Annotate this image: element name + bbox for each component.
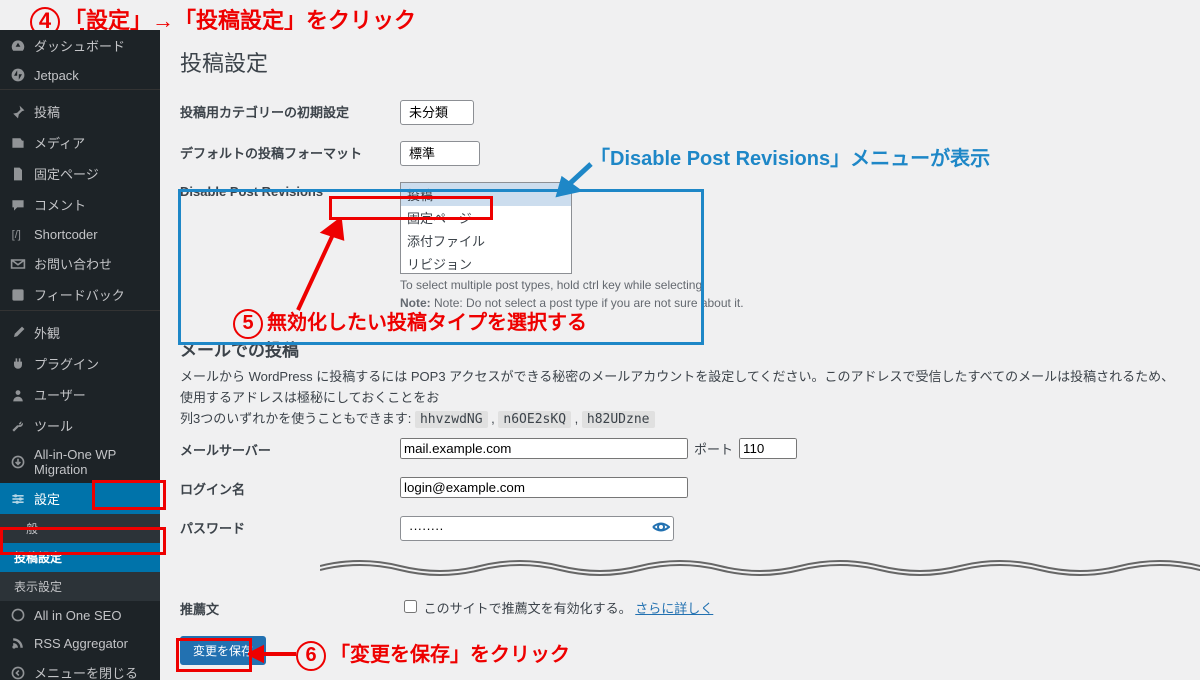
sidebar-item[interactable]: 投稿 (0, 96, 160, 127)
sidebar-item[interactable]: メディア (0, 127, 160, 158)
show-password-icon[interactable] (652, 518, 670, 539)
annotation-red-submenu-box (0, 527, 166, 555)
settings-content: 投稿設定 投稿用カテゴリーの初期設定 未分類 デフォルトの投稿フォーマット 標準… (160, 30, 1200, 680)
sidebar-item-label: プラグイン (34, 354, 99, 373)
sidebar-item[interactable]: コメント (0, 189, 160, 220)
annotation-blue-arrow (555, 158, 595, 198)
sidebar-item-label: 外観 (34, 323, 60, 342)
sidebar-item-label: ツール (34, 416, 73, 435)
sidebar-item-label: ユーザー (34, 385, 86, 404)
default-format-label: デフォルトの投稿フォーマット (180, 133, 390, 174)
default-format-select[interactable]: 標準 (400, 141, 480, 166)
password-input[interactable] (400, 516, 674, 541)
recommend-link[interactable]: さらに詳しく (635, 601, 713, 616)
sidebar-item[interactable]: 外観 (0, 317, 160, 348)
sidebar-item[interactable]: Jetpack (0, 61, 160, 89)
password-label: パスワード (180, 508, 390, 549)
sidebar-item-label: コメント (34, 195, 86, 214)
annotation-arrow-6 (248, 644, 298, 664)
default-category-label: 投稿用カテゴリーの初期設定 (180, 92, 390, 133)
mail-post-desc: メールから WordPress に投稿するには POP3 アクセスができる秘密の… (180, 367, 1180, 430)
sidebar-item[interactable]: ツール (0, 410, 160, 441)
annotation-arrow-5 (278, 218, 358, 318)
mail-server-label: メールサーバー (180, 430, 390, 469)
sidebar-item-label: フィードバック (34, 285, 125, 304)
sidebar-item[interactable]: All-in-One WP Migration (0, 441, 160, 483)
sidebar-item-label: Jetpack (34, 68, 79, 83)
annotation-red-save-box (176, 638, 252, 672)
annotation-red-settings-box (92, 480, 166, 510)
sidebar-item[interactable]: [/] Shortcoder (0, 220, 160, 248)
sidebar-item[interactable]: お問い合わせ (0, 248, 160, 279)
default-category-select[interactable]: 未分類 (400, 100, 474, 125)
sidebar-item[interactable]: ダッシュボード (0, 30, 160, 61)
sidebar-item-label: Shortcoder (34, 227, 98, 242)
recommend-label: 推薦文 (180, 589, 390, 628)
sidebar-item[interactable]: フィードバック (0, 279, 160, 310)
port-input[interactable] (739, 438, 797, 459)
sidebar-item-label: ダッシュボード (34, 36, 125, 55)
mail-server-input[interactable] (400, 438, 688, 459)
sidebar-item[interactable]: All in One SEO (0, 601, 160, 629)
annotation-red-option-box (329, 196, 493, 220)
sidebar-item-label: 固定ページ (34, 164, 99, 183)
content-break (320, 556, 1200, 576)
sidebar-item-label: RSS Aggregator (34, 636, 128, 651)
sidebar-item[interactable]: 表示設定 (0, 572, 160, 601)
recommend-text: このサイトで推薦文を有効化する。 (424, 601, 632, 616)
sidebar-item-label: 投稿 (34, 102, 60, 121)
sidebar-item[interactable]: ユーザー (0, 379, 160, 410)
sidebar-item[interactable]: 固定ページ (0, 158, 160, 189)
login-name-label: ログイン名 (180, 469, 390, 508)
sidebar-item-label: 設定 (34, 489, 60, 508)
sidebar-item-label: メニューを閉じる (34, 663, 138, 680)
sidebar-item[interactable]: メニューを閉じる (0, 657, 160, 680)
page-title: 投稿設定 (180, 46, 1180, 78)
sidebar-item-label: メディア (34, 133, 85, 152)
sidebar-item[interactable]: RSS Aggregator (0, 629, 160, 657)
sidebar-item-label: 表示設定 (14, 578, 62, 595)
sidebar-item-label: All in One SEO (34, 608, 121, 623)
recommend-checkbox[interactable] (404, 600, 417, 613)
admin-sidebar: ダッシュボード Jetpack 投稿メディア固定ページコメント [/] Shortcod… (0, 30, 160, 680)
sidebar-item-label: お問い合わせ (34, 254, 112, 273)
svg-text:[/]: [/] (12, 229, 21, 241)
sidebar-item[interactable]: プラグイン (0, 348, 160, 379)
port-label: ポート (694, 439, 733, 458)
login-name-input[interactable] (400, 477, 688, 498)
sidebar-item-label: All-in-One WP Migration (34, 447, 150, 477)
